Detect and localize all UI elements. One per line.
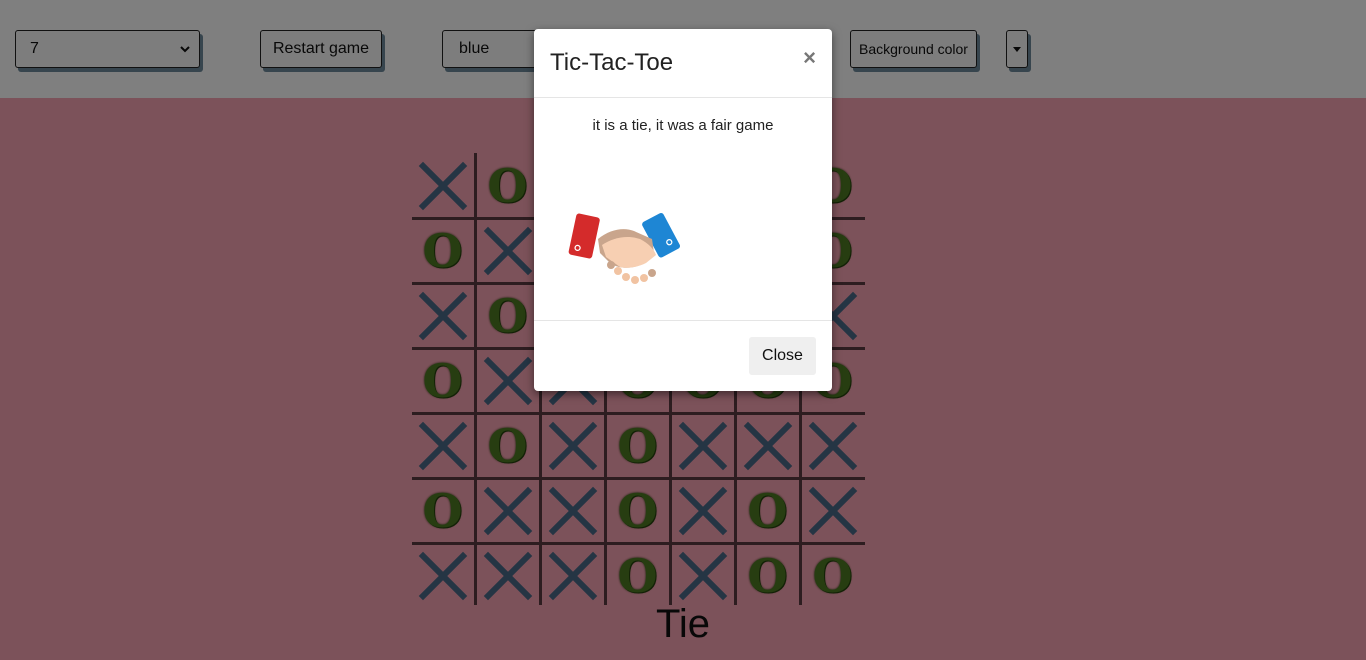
- modal-footer-divider: [534, 320, 832, 321]
- modal-title: Tic-Tac-Toe: [550, 49, 674, 76]
- page: 7 Restart game blue Background color OOO…: [0, 0, 1366, 660]
- modal-header-divider: [534, 97, 832, 98]
- modal-message: it is a tie, it was a fair game: [592, 117, 774, 134]
- close-button[interactable]: Close: [749, 337, 816, 375]
- handshake-icon: [568, 212, 680, 284]
- result-modal: Tic-Tac-Toe × it is a tie, it was a fair…: [534, 29, 832, 391]
- close-icon[interactable]: ×: [803, 45, 816, 71]
